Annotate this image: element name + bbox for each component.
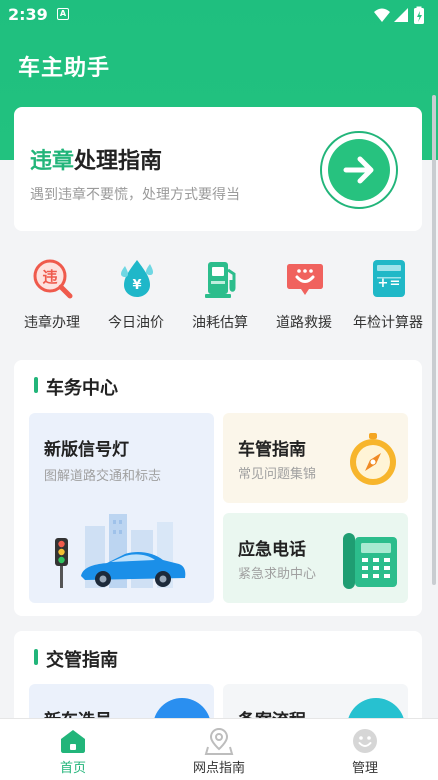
smiley-icon: [353, 729, 377, 753]
section-accent-bar: [34, 649, 38, 665]
quick-label: 违章办理: [24, 315, 80, 331]
tile-title: 新版信号灯: [44, 440, 129, 460]
tile-title: 车管指南: [238, 440, 306, 460]
home-icon: [61, 730, 85, 753]
quick-label: 道路救援: [276, 315, 332, 331]
section-title: 车务中心: [46, 378, 118, 399]
quick-item-fuel-estimate[interactable]: 油耗估算: [178, 250, 262, 340]
tile-title: 应急电话: [238, 540, 306, 560]
bottom-navigation: 首页 网点指南 管理: [0, 718, 438, 780]
quick-item-road-rescue[interactable]: 道路救援: [262, 250, 346, 340]
section-title: 交管指南: [46, 650, 118, 671]
quick-item-inspection-calc[interactable]: + = 年检计算器: [346, 250, 430, 340]
section-accent-bar: [34, 377, 38, 393]
tile-subtitle: 紧急求助中心: [238, 567, 317, 582]
arrow-right-icon: [328, 139, 390, 201]
nav-label: 管理: [351, 761, 378, 776]
hero-arrow-button[interactable]: [320, 131, 398, 209]
app-title: 车主助手: [18, 56, 111, 81]
svg-text:违: 违: [42, 268, 57, 286]
nav-manage[interactable]: 管理: [292, 719, 438, 780]
violation-search-icon: 违: [33, 259, 73, 299]
quick-label: 今日油价: [108, 315, 164, 331]
vehicle-affairs-section: 车务中心 新版信号灯 图解道路交通和标志 车管指南 常见问题集锦 应急电话 紧急…: [14, 360, 422, 616]
violation-guide-card[interactable]: 违章处理指南 遇到违章不要慌，处理方式要得当: [14, 107, 422, 231]
tile-subtitle: 图解道路交通和标志: [44, 469, 162, 484]
notification-icon: A: [57, 8, 69, 20]
traffic-car-illustration: [55, 514, 186, 588]
tile-emergency-phone[interactable]: 应急电话 紧急求助中心: [223, 513, 408, 603]
hero-title-highlight: 违章: [30, 149, 75, 174]
wifi-icon: [374, 8, 390, 22]
tile-signal-lights[interactable]: 新版信号灯 图解道路交通和标志: [29, 413, 214, 603]
quick-item-violation[interactable]: 违 违章办理: [10, 250, 94, 340]
telephone-icon: [343, 533, 397, 589]
tile-subtitle: 常见问题集锦: [238, 467, 317, 482]
status-bar: 2:39 A: [0, 0, 438, 32]
fuel-pump-icon: [205, 262, 236, 298]
calculator-icon: + =: [373, 260, 405, 297]
nav-home[interactable]: 首页: [0, 719, 146, 780]
status-indicators: [374, 6, 424, 24]
hero-title-rest: 处理指南: [74, 149, 163, 174]
tile-vehicle-guide[interactable]: 车管指南 常见问题集锦: [223, 413, 408, 503]
quick-actions: 违 违章办理 ¥ 今日油价 油耗估算 道路救援 + = 年检计算器: [10, 250, 430, 340]
hero-subtitle: 遇到违章不要慌，处理方式要得当: [30, 187, 240, 203]
fuel-drop-icon: ¥: [121, 260, 153, 297]
svg-text:¥: ¥: [132, 278, 141, 293]
scrollbar[interactable]: [432, 95, 436, 585]
signal-icon: [394, 8, 408, 22]
hero-title: 违章处理指南: [30, 143, 162, 175]
nav-label: 网点指南: [192, 761, 245, 776]
compass-icon: [350, 433, 396, 485]
quick-item-fuel-price[interactable]: ¥ 今日油价: [94, 250, 178, 340]
nav-outlets[interactable]: 网点指南: [146, 719, 292, 780]
status-time: 2:39: [8, 5, 48, 24]
nav-label: 首页: [59, 761, 86, 776]
quick-label: 油耗估算: [192, 315, 248, 331]
quick-label: 年检计算器: [353, 315, 423, 331]
location-pin-icon: [204, 727, 234, 755]
rescue-chat-icon: [287, 264, 323, 295]
